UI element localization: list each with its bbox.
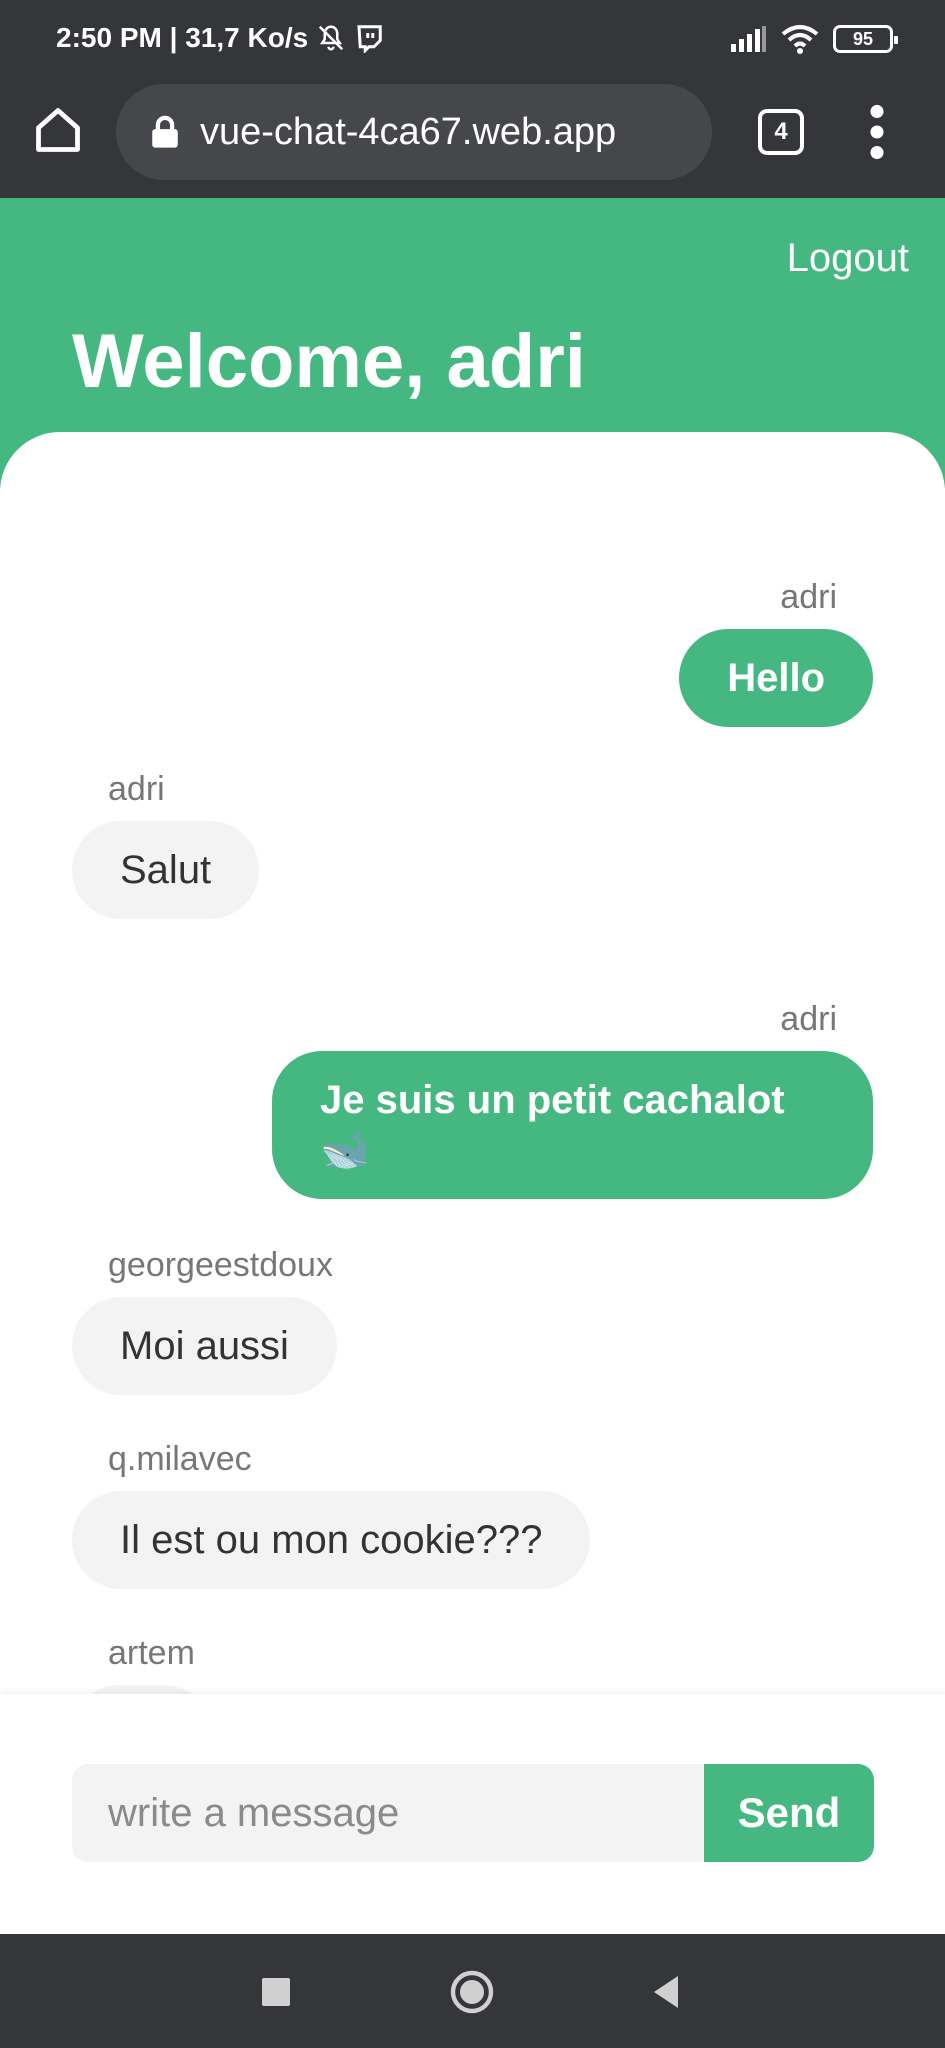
message-bubble: Hello bbox=[679, 629, 873, 727]
message-item: adri Salut bbox=[72, 770, 260, 919]
back-icon[interactable] bbox=[642, 1968, 690, 2016]
message-item: adri Je suis un petit cachalot 🐋 bbox=[272, 1000, 873, 1199]
wifi-icon bbox=[781, 25, 819, 54]
message-author: georgeestdoux bbox=[108, 1246, 333, 1284]
message-author: adri bbox=[780, 1000, 837, 1038]
logout-link[interactable]: Logout bbox=[787, 236, 909, 281]
message-item: adri Hello bbox=[679, 578, 873, 727]
send-button[interactable]: Send bbox=[704, 1764, 874, 1862]
tab-switcher-button[interactable]: 4 bbox=[758, 109, 804, 155]
message-item: q.milavec Il est ou mon cookie??? bbox=[72, 1440, 591, 1589]
system-nav-bar bbox=[0, 1934, 945, 2048]
home-circle-icon[interactable] bbox=[448, 1968, 496, 2016]
chat-messages: adri Hello adri Salut adri Je suis un pe… bbox=[0, 432, 945, 1694]
message-bubble bbox=[72, 1685, 212, 1694]
message-bubble: Salut bbox=[72, 821, 260, 919]
signal-icon bbox=[731, 26, 766, 52]
battery-level: 95 bbox=[852, 28, 874, 49]
message-author: artem bbox=[108, 1634, 195, 1672]
address-bar[interactable]: vue-chat-4ca67.web.app bbox=[116, 84, 712, 180]
status-left: 2:50 PM | 31,7 Ko/s bbox=[56, 22, 384, 54]
tab-count: 4 bbox=[774, 118, 788, 145]
url-text: vue-chat-4ca67.web.app bbox=[200, 110, 617, 153]
message-composer: Send bbox=[0, 1694, 945, 1934]
browser-toolbar: vue-chat-4ca67.web.app 4 bbox=[0, 82, 945, 198]
message-item: artem bbox=[72, 1634, 212, 1694]
message-author: q.milavec bbox=[108, 1440, 252, 1478]
status-bar: 2:50 PM | 31,7 Ko/s 95 bbox=[0, 0, 945, 82]
lock-icon bbox=[152, 115, 178, 148]
message-input[interactable] bbox=[72, 1764, 704, 1862]
more-vert-icon[interactable] bbox=[862, 104, 892, 160]
bell-muted-icon bbox=[319, 25, 344, 51]
twitch-icon bbox=[357, 25, 382, 53]
battery-indicator: 95 bbox=[833, 25, 898, 53]
recents-icon[interactable] bbox=[252, 1968, 300, 2016]
status-time: 2:50 PM | 31,7 Ko/s bbox=[56, 22, 309, 53]
message-author: adri bbox=[780, 578, 837, 616]
welcome-title: Welcome, adri bbox=[72, 319, 586, 404]
home-icon[interactable] bbox=[32, 104, 84, 156]
message-author: adri bbox=[108, 770, 165, 808]
message-item: georgeestdoux Moi aussi bbox=[72, 1246, 337, 1395]
message-bubble: Moi aussi bbox=[72, 1297, 337, 1395]
status-right: 95 bbox=[731, 24, 898, 54]
message-bubble: Il est ou mon cookie??? bbox=[72, 1491, 591, 1589]
message-input-wrapper bbox=[72, 1764, 704, 1862]
message-bubble: Je suis un petit cachalot 🐋 bbox=[272, 1051, 873, 1199]
